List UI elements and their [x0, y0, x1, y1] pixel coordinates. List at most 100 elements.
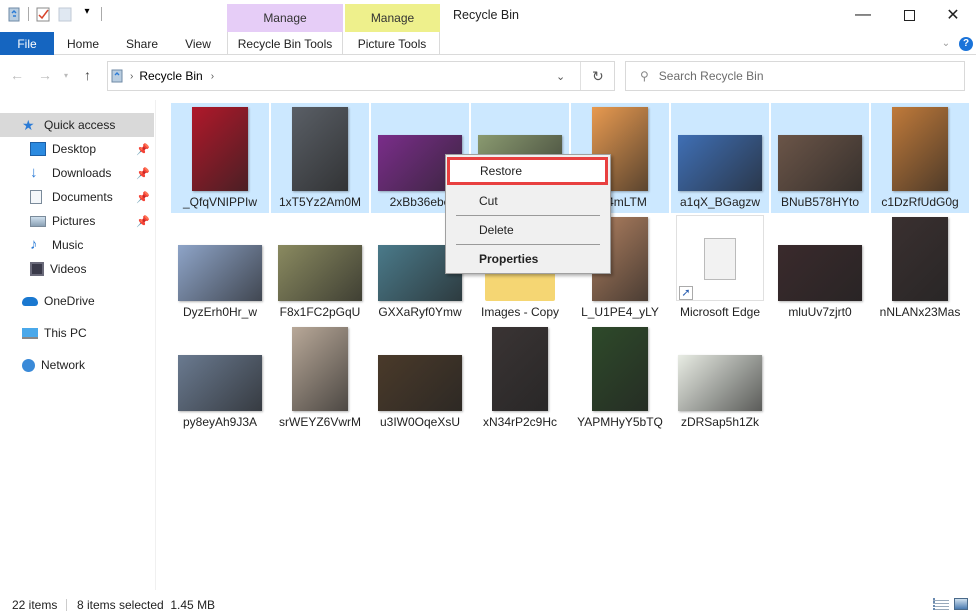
menu-item-properties[interactable]: Properties [446, 246, 610, 272]
tab-recycle-bin-tools[interactable]: Recycle Bin Tools [227, 32, 343, 55]
file-item[interactable]: YAPMHyY5bTQ [571, 323, 669, 433]
refresh-button[interactable]: ↻ [592, 68, 604, 85]
search-box[interactable]: ⚲ Search Recycle Bin [625, 61, 965, 91]
file-item[interactable]: DyzErh0Hr_w [171, 213, 269, 323]
file-name: _QfqVNIPPIw [182, 195, 258, 209]
file-item[interactable]: BNuB578HYto [771, 103, 869, 213]
recycle-bin-icon[interactable] [6, 6, 22, 22]
sidebar-item-network[interactable]: Network [0, 353, 154, 377]
address-bar[interactable]: › Recycle Bin › ⌄ ↻ [107, 61, 615, 91]
sidebar-item-documents[interactable]: Documents 📌 [0, 185, 154, 209]
file-item[interactable]: ➚ Microsoft Edge [671, 213, 769, 323]
file-item[interactable]: xN34rP2c9Hc [471, 323, 569, 433]
tab-file[interactable]: File [0, 32, 54, 55]
shortcut-file-icon: ➚ [676, 215, 764, 301]
toolbar-separator [28, 7, 29, 21]
forward-button[interactable]: → [38, 67, 52, 83]
file-name: F8x1FC2pGqU [279, 305, 361, 319]
tab-share[interactable]: Share [116, 32, 168, 55]
breadcrumb-recycle-bin[interactable]: Recycle Bin [139, 69, 202, 83]
large-icons-view-icon[interactable] [954, 598, 968, 610]
new-folder-icon[interactable] [57, 6, 73, 22]
file-item[interactable]: 1xT5Yz2Am0M [271, 103, 369, 213]
file-item[interactable]: c1DzRfUdG0g [871, 103, 969, 213]
file-name: xN34rP2c9Hc [482, 415, 558, 429]
selection-info: 8 items selected 1.45 MB [77, 598, 216, 612]
sidebar-item-label: Music [52, 238, 84, 252]
minimize-button[interactable]: — [840, 0, 886, 30]
file-item[interactable]: nNLANx23Mas [871, 213, 969, 323]
divider [580, 62, 581, 90]
file-name: YAPMHyY5bTQ [577, 415, 663, 429]
maximize-icon [903, 9, 915, 21]
sidebar-item-quick-access[interactable]: ★ Quick access [0, 113, 154, 137]
file-name: zDRSap5h1Zk [680, 415, 760, 429]
star-icon: ★ [22, 117, 35, 133]
navigation-pane: ★ Quick access Desktop 📌 ↓ Downloads 📌 D… [0, 100, 156, 590]
sidebar-item-this-pc[interactable]: This PC [0, 321, 154, 345]
sidebar-item-onedrive[interactable]: OneDrive [0, 289, 154, 313]
sidebar-item-desktop[interactable]: Desktop 📌 [0, 137, 154, 161]
contextual-group-picture: Manage [345, 4, 440, 32]
file-item[interactable]: zDRSap5h1Zk [671, 323, 769, 433]
help-icon: ? [959, 36, 973, 51]
pin-icon[interactable]: 📌 [136, 215, 150, 228]
file-name: c1DzRfUdG0g [881, 195, 959, 209]
file-name: 2xBb36ebe [389, 195, 451, 209]
documents-icon [30, 190, 42, 204]
menu-item-restore[interactable]: Restore [447, 157, 608, 185]
sidebar-item-pictures[interactable]: Pictures 📌 [0, 209, 154, 233]
file-item[interactable]: F8x1FC2pGqU [271, 213, 369, 323]
sidebar-item-music[interactable]: ♪ Music [0, 233, 154, 257]
tab-picture-tools[interactable]: Picture Tools [345, 32, 440, 55]
properties-icon[interactable] [35, 6, 51, 22]
file-name: mluUv7zjrt0 [788, 305, 852, 319]
file-item[interactable]: srWEYZ6VwrM [271, 323, 369, 433]
image-thumbnail [292, 327, 348, 411]
sidebar-item-videos[interactable]: Videos [0, 257, 154, 281]
up-button[interactable]: ↑ [84, 67, 91, 83]
file-name: py8eyAh9J3A [182, 415, 258, 429]
menu-separator [456, 215, 600, 216]
recent-locations-button[interactable]: ▾ [64, 71, 68, 80]
tab-home[interactable]: Home [57, 32, 109, 55]
pin-icon[interactable]: 📌 [136, 167, 150, 180]
close-button[interactable]: ✕ [930, 0, 976, 30]
sidebar-item-downloads[interactable]: ↓ Downloads 📌 [0, 161, 154, 185]
back-button[interactable]: ← [10, 67, 24, 83]
image-thumbnail [292, 107, 348, 191]
breadcrumb-separator: › [210, 70, 215, 82]
file-item[interactable]: mluUv7zjrt0 [771, 213, 869, 323]
sidebar-item-label: Desktop [52, 142, 97, 156]
pin-icon[interactable]: 📌 [136, 191, 150, 204]
menu-item-delete[interactable]: Delete [446, 217, 610, 243]
file-item[interactable]: a1qX_BGagzw [671, 103, 769, 213]
quick-access-toolbar: ▾ [6, 6, 102, 22]
details-view-icon[interactable] [933, 598, 949, 610]
customize-dropdown-icon[interactable]: ▾ [79, 6, 95, 22]
image-thumbnail [592, 327, 648, 411]
file-item[interactable]: py8eyAh9J3A [171, 323, 269, 433]
breadcrumb-separator: › [130, 70, 134, 82]
address-history-dropdown[interactable]: ⌄ [556, 70, 565, 83]
sidebar-item-label: Videos [50, 262, 87, 276]
search-input[interactable]: Search Recycle Bin [659, 69, 764, 83]
music-icon: ♪ [30, 236, 38, 253]
menu-item-cut[interactable]: Cut [446, 188, 610, 214]
shortcut-arrow-icon: ➚ [679, 286, 693, 300]
toolbar-separator [101, 7, 102, 21]
ribbon: File Home Share View Recycle Bin Tools P… [0, 32, 976, 55]
file-name: GXXaRyf0Ymw [378, 305, 462, 319]
file-item[interactable]: _QfqVNIPPIw [171, 103, 269, 213]
close-icon: ✕ [946, 7, 960, 24]
tab-view[interactable]: View [173, 32, 223, 55]
help-button[interactable]: ? [958, 32, 974, 55]
menu-item-label: Cut [479, 194, 498, 208]
expand-ribbon-button[interactable]: ⌄ [936, 32, 956, 55]
menu-item-label: Delete [479, 223, 514, 237]
file-item[interactable]: u3IW0OqeXsU [371, 323, 469, 433]
chevron-down-icon: ⌄ [941, 38, 951, 49]
maximize-button[interactable] [886, 0, 932, 30]
pin-icon[interactable]: 📌 [136, 143, 150, 156]
file-name: u3IW0OqeXsU [379, 415, 461, 429]
